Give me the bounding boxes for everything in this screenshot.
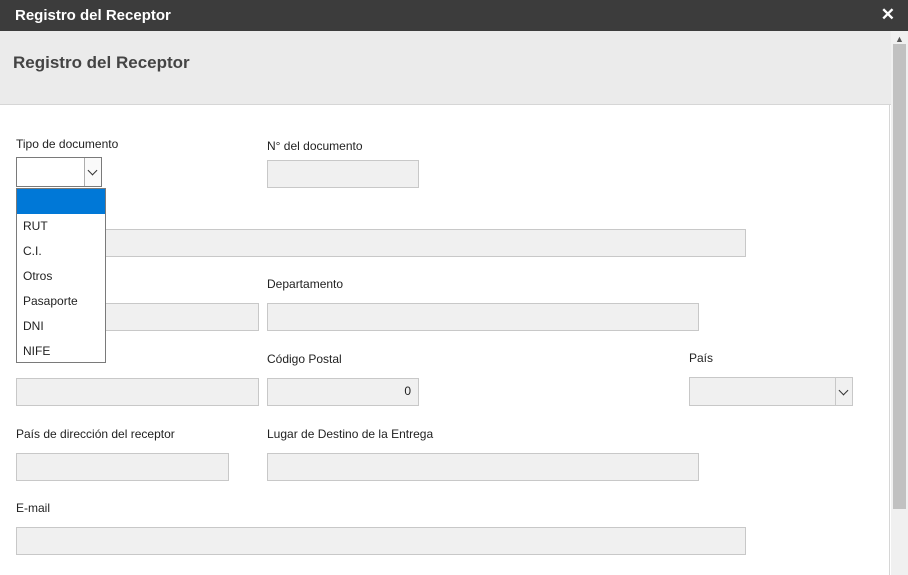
codigo-postal-label: Código Postal bbox=[267, 352, 342, 366]
ciudad-input[interactable] bbox=[16, 378, 259, 406]
option-otros[interactable]: Otros bbox=[17, 264, 105, 289]
pais-select[interactable] bbox=[689, 377, 853, 406]
chevron-down-icon bbox=[838, 385, 849, 396]
window-title: Registro del Receptor bbox=[15, 7, 171, 24]
tipo-documento-select[interactable] bbox=[16, 157, 102, 187]
option-nife[interactable]: NIFE bbox=[17, 339, 105, 364]
tipo-documento-label: Tipo de documento bbox=[16, 137, 119, 151]
departamento-input[interactable] bbox=[267, 303, 699, 331]
vertical-scrollbar[interactable]: ▲ bbox=[891, 31, 908, 575]
content-border bbox=[889, 104, 890, 575]
nombre-input[interactable] bbox=[16, 229, 746, 257]
select-button[interactable] bbox=[835, 378, 852, 405]
scrollbar-thumb[interactable] bbox=[893, 44, 906, 509]
select-button[interactable] bbox=[84, 158, 101, 186]
nro-documento-label: N° del documento bbox=[267, 139, 363, 153]
option-rut[interactable]: RUT bbox=[17, 214, 105, 239]
codigo-postal-input[interactable]: 0 bbox=[267, 378, 419, 406]
lugar-destino-input[interactable] bbox=[267, 453, 699, 481]
option-dni[interactable]: DNI bbox=[17, 314, 105, 339]
email-label: E-mail bbox=[16, 501, 51, 515]
email-input[interactable] bbox=[16, 527, 746, 555]
pais-label: País bbox=[689, 351, 714, 365]
option-pasaporte[interactable]: Pasaporte bbox=[17, 289, 105, 314]
nro-documento-input[interactable] bbox=[267, 160, 419, 188]
page-title: Registro del Receptor bbox=[13, 53, 190, 72]
pais-direccion-input[interactable] bbox=[16, 453, 229, 481]
page-header: Registro del Receptor bbox=[0, 31, 891, 105]
pais-direccion-label: País de dirección del receptor bbox=[16, 427, 175, 441]
tipo-documento-dropdown: RUT C.I. Otros Pasaporte DNI NIFE bbox=[16, 188, 106, 363]
lugar-destino-label: Lugar de Destino de la Entrega bbox=[267, 427, 434, 441]
option-ci[interactable]: C.I. bbox=[17, 239, 105, 264]
option-empty[interactable] bbox=[17, 189, 105, 214]
title-bar: Registro del Receptor ✕ bbox=[0, 0, 908, 31]
chevron-down-icon bbox=[87, 165, 98, 176]
scroll-up-icon[interactable]: ▲ bbox=[895, 34, 904, 44]
close-icon[interactable]: ✕ bbox=[881, 5, 895, 25]
departamento-label: Departamento bbox=[267, 277, 344, 291]
